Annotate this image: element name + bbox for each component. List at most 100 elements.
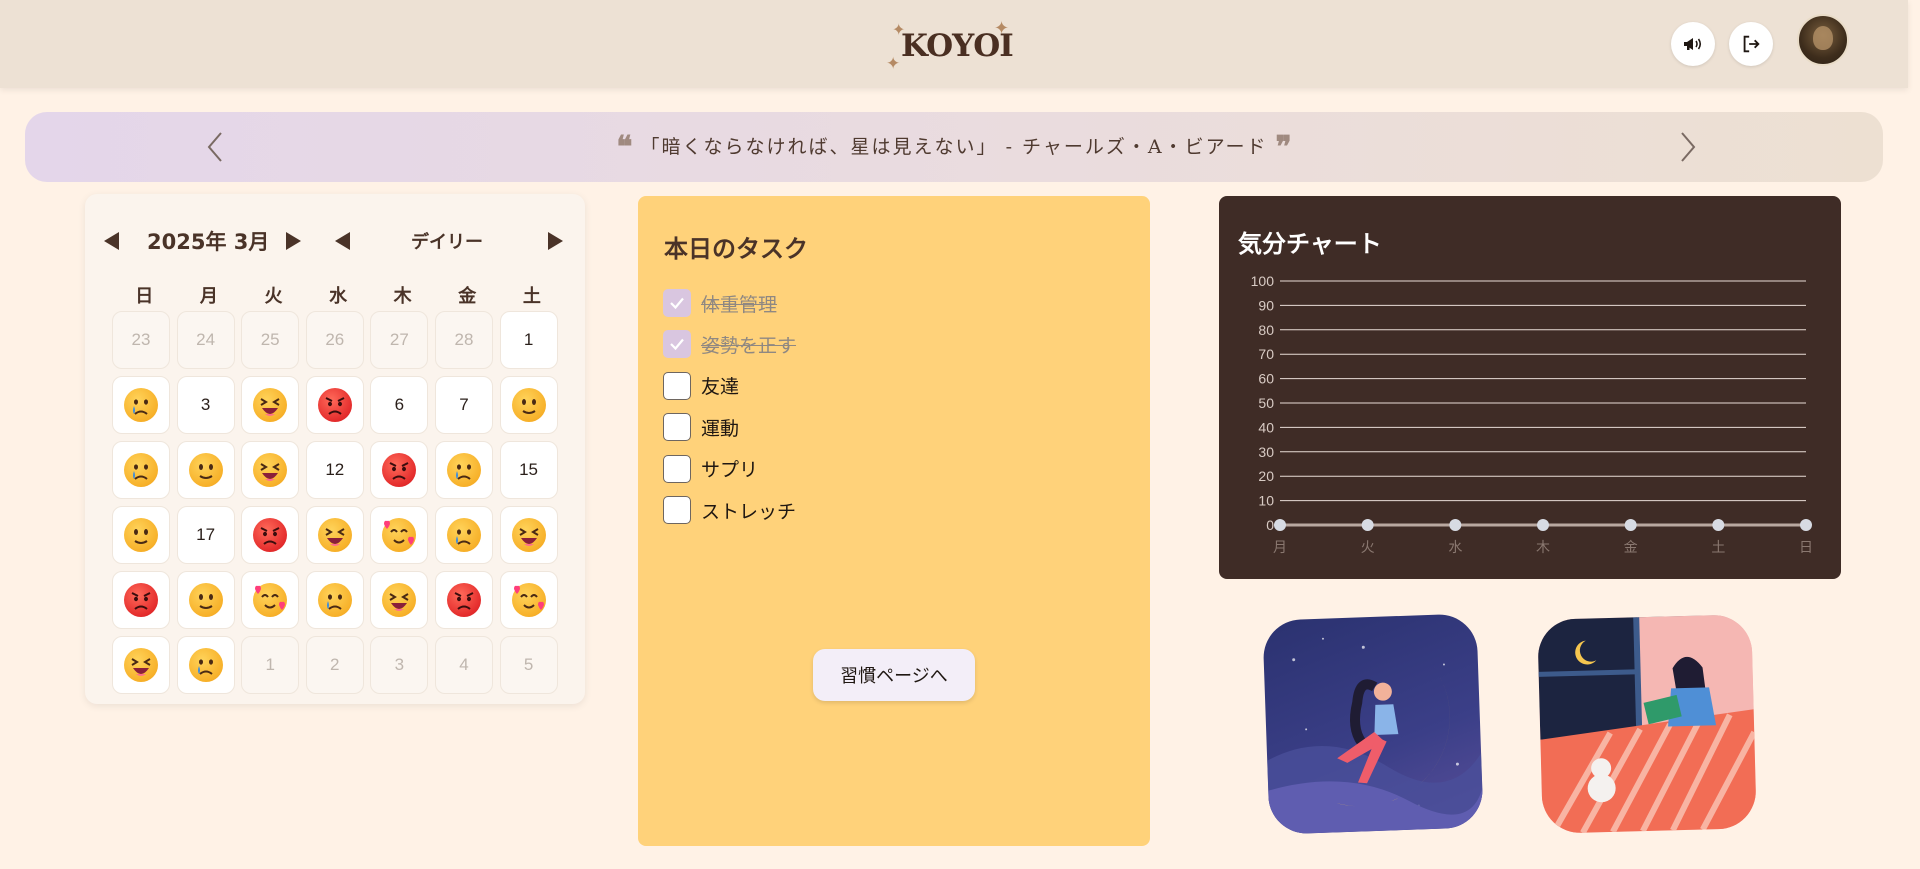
task-item[interactable]: 体重管理: [663, 289, 777, 317]
x-tick-label: 火: [1361, 540, 1375, 556]
quote-carousel: ❝ 「暗くならなければ、星は見えない」 - チャールズ・A・ビアード ❞: [25, 112, 1883, 182]
user-avatar[interactable]: [1797, 14, 1849, 66]
calendar-day-laugh[interactable]: [499, 506, 558, 564]
task-item[interactable]: ストレッチ: [663, 496, 796, 524]
mood-laugh-icon: [317, 518, 352, 552]
task-label: サプリ: [701, 459, 759, 482]
mood-love-icon: [382, 518, 417, 552]
mood-cry-icon: [317, 583, 352, 617]
calendar-day-other-month[interactable]: 25: [241, 311, 300, 369]
calendar-day-other-month[interactable]: 3: [370, 636, 429, 694]
calendar-day-angry[interactable]: [241, 506, 300, 564]
mood-data-point[interactable]: [1449, 519, 1462, 531]
calendar-day-laugh[interactable]: [112, 636, 170, 694]
y-tick-label: 0: [1266, 517, 1274, 533]
calendar-day-cry[interactable]: [176, 636, 235, 694]
mood-data-point[interactable]: [1800, 519, 1812, 531]
calendar-day-neutral[interactable]: [176, 441, 235, 499]
calendar-day-other-month[interactable]: 23: [112, 311, 170, 369]
calendar-day-angry[interactable]: [112, 571, 170, 629]
calendar-day-laugh[interactable]: [370, 571, 429, 629]
view-next-button[interactable]: [548, 226, 563, 256]
quote-open-icon: ❝: [616, 130, 633, 165]
task-item[interactable]: 運動: [663, 413, 739, 442]
calendar-day[interactable]: 7: [434, 376, 493, 434]
calendar-day-cry[interactable]: [112, 441, 170, 499]
logout-icon: [1743, 35, 1760, 53]
task-item[interactable]: 友達: [663, 371, 739, 400]
view-prev-button[interactable]: [335, 226, 350, 256]
triangle-left-icon: [335, 232, 350, 250]
calendar-day[interactable]: 17: [176, 506, 235, 564]
calendar-day-angry[interactable]: [434, 571, 493, 629]
task-checkbox[interactable]: [663, 289, 691, 317]
calendar-day-laugh[interactable]: [305, 506, 364, 564]
mood-data-point[interactable]: [1624, 519, 1637, 531]
calendar-day[interactable]: 6: [370, 376, 429, 434]
mood-data-point[interactable]: [1712, 519, 1725, 531]
y-tick-label: 70: [1258, 346, 1274, 362]
calendar-grid: 23 24 25 26 27 28 1 3 6 7 12 15 17 1 2 3 4 5: [112, 311, 558, 694]
mood-cry-icon: [124, 388, 158, 422]
mood-data-point[interactable]: [1361, 519, 1374, 531]
sparkle-icon: ✦: [886, 54, 901, 74]
mood-data-point[interactable]: [1537, 519, 1549, 531]
calendar-day-neutral[interactable]: [499, 376, 558, 434]
calendar-day[interactable]: 1: [499, 311, 558, 369]
calendar-day-love[interactable]: [241, 571, 300, 629]
calendar-day-laugh[interactable]: [241, 376, 300, 434]
task-item[interactable]: 姿勢を正す: [663, 330, 796, 359]
calendar-day-neutral[interactable]: [176, 571, 235, 629]
quote-next-button[interactable]: [1673, 130, 1703, 164]
calendar-day-other-month[interactable]: 26: [305, 311, 364, 369]
mood-angry-icon: [253, 518, 288, 552]
calendar-day-other-month[interactable]: 2: [305, 636, 364, 694]
y-tick-label: 50: [1258, 395, 1274, 411]
weekday-header: 日 月 火 水 木 金 土: [112, 282, 557, 308]
koyoi-logo[interactable]: ✦ ✦ ✦ KOYOI: [886, 20, 1016, 76]
calendar-day-cry[interactable]: [434, 441, 493, 499]
calendar-day-other-month[interactable]: 1: [241, 636, 300, 694]
calendar-day-other-month[interactable]: 28: [434, 311, 493, 369]
calendar-day-other-month[interactable]: 27: [370, 311, 429, 369]
task-checkbox[interactable]: [663, 454, 691, 483]
calendar-day-other-month[interactable]: 24: [176, 311, 235, 369]
month-prev-button[interactable]: [104, 226, 119, 256]
task-checkbox[interactable]: [663, 413, 691, 442]
x-tick-label: 金: [1624, 540, 1638, 556]
task-checkbox[interactable]: [663, 496, 691, 524]
mood-cry-icon: [446, 453, 481, 487]
calendar-day[interactable]: 15: [499, 441, 558, 499]
calendar-day[interactable]: 3: [176, 376, 235, 434]
logout-button[interactable]: [1729, 22, 1773, 66]
y-tick-label: 10: [1258, 493, 1274, 509]
mood-cry-icon: [446, 518, 481, 552]
mood-love-icon: [253, 583, 288, 617]
calendar-day[interactable]: 12: [305, 441, 364, 499]
y-tick-label: 30: [1258, 444, 1274, 460]
calendar-day-love[interactable]: [499, 571, 558, 629]
app-header: ✦ ✦ ✦ KOYOI: [0, 0, 1908, 88]
month-next-button[interactable]: [286, 226, 301, 256]
calendar-day-other-month[interactable]: 5: [499, 636, 558, 694]
mood-data-point[interactable]: [1274, 519, 1286, 531]
calendar-day-cry[interactable]: [305, 571, 364, 629]
mood-angry-icon: [124, 583, 158, 617]
calendar-day-cry[interactable]: [434, 506, 493, 564]
announcement-button[interactable]: [1671, 22, 1715, 66]
calendar-day-neutral[interactable]: [112, 506, 170, 564]
mood-cry-icon: [124, 453, 158, 487]
calendar-day-love[interactable]: [370, 506, 429, 564]
calendar-day-cry[interactable]: [112, 376, 170, 434]
calendar-day-other-month[interactable]: 4: [434, 636, 493, 694]
habit-page-button[interactable]: 習慣ページへ: [813, 649, 975, 701]
calendar-day-angry[interactable]: [305, 376, 364, 434]
calendar-day-angry[interactable]: [370, 441, 429, 499]
triangle-right-icon: [286, 232, 301, 250]
weekday-label: 水: [329, 286, 348, 307]
task-item[interactable]: サプリ: [663, 454, 759, 483]
task-checkbox[interactable]: [663, 330, 691, 359]
task-checkbox[interactable]: [663, 371, 691, 400]
mood-neutral-icon: [188, 583, 223, 617]
calendar-day-laugh[interactable]: [241, 441, 300, 499]
